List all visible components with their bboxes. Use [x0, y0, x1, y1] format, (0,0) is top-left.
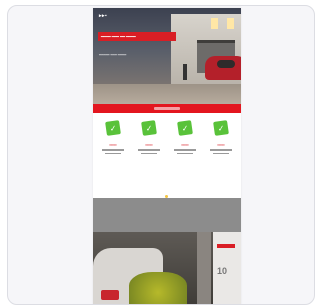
cta-button[interactable]: [154, 107, 180, 110]
feature-text-line: [213, 152, 229, 154]
feature-item: ✓ ━━━━: [170, 120, 200, 198]
feature-item: ✓ ━━━━: [206, 120, 236, 198]
cta-bar[interactable]: [93, 104, 241, 113]
side-panel-heading: [217, 244, 235, 248]
window-light: [227, 18, 234, 29]
tail-light: [101, 290, 119, 300]
feature-text-line: [177, 152, 193, 154]
feature-title: ━━━━: [109, 143, 117, 147]
check-icon: ✓: [105, 120, 121, 136]
check-icon: ✓: [213, 120, 229, 136]
feature-text-line: [105, 152, 121, 154]
feature-title: ━━━━: [145, 143, 153, 147]
window-light: [211, 18, 218, 29]
site-logo[interactable]: ▸▸▪: [99, 13, 107, 19]
feature-title: ━━━━: [181, 143, 189, 147]
feature-title: ━━━━: [217, 143, 225, 147]
driveway: [93, 84, 241, 104]
side-panel-number: 10: [217, 266, 228, 276]
hero-subline: ━━━━━ ━━━ ━━━━: [99, 53, 127, 57]
feature-text-line: [138, 149, 160, 151]
feature-text-line: [141, 152, 157, 154]
check-icon: ✓: [177, 120, 193, 136]
pillar: [197, 232, 211, 304]
feature-text-line: [210, 149, 232, 151]
bottom-photo: 10: [93, 232, 241, 304]
car-window: [217, 60, 235, 68]
features-section: ✓ ━━━━ ✓ ━━━━ ✓ ━━━━ ✓ ━━━━: [93, 113, 241, 198]
feature-text-line: [174, 149, 196, 151]
charger-post: [183, 64, 187, 80]
preview-card[interactable]: ▸▸▪ ━━━━ ━━━ ━━ ━━━━ ━━━━━ ━━━ ━━━━ ✓ ━━…: [7, 5, 315, 305]
gray-band: [93, 198, 241, 232]
hero-headline: ━━━━ ━━━ ━━ ━━━━: [98, 32, 176, 41]
feature-item: ✓ ━━━━: [134, 120, 164, 198]
check-icon: ✓: [141, 120, 157, 136]
feature-text-line: [102, 149, 124, 151]
webpage-thumbnail[interactable]: ▸▸▪ ━━━━ ━━━ ━━ ━━━━ ━━━━━ ━━━ ━━━━ ✓ ━━…: [93, 8, 241, 304]
plant: [129, 272, 187, 304]
feature-item: ✓ ━━━━: [98, 120, 128, 198]
hero-banner: ▸▸▪ ━━━━ ━━━ ━━ ━━━━ ━━━━━ ━━━ ━━━━: [93, 8, 241, 104]
